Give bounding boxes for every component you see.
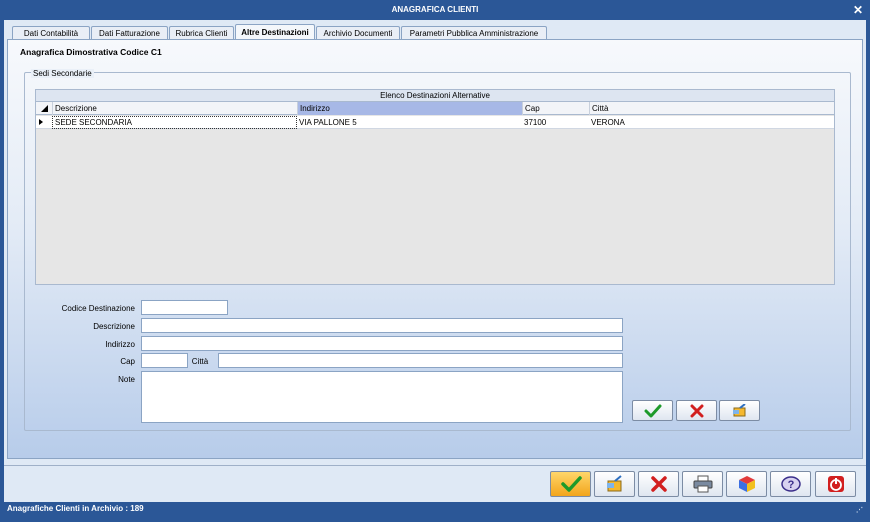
cancel-destination-button[interactable] [676,400,717,421]
help-button[interactable]: ? [770,471,811,497]
check-icon [644,404,661,417]
tab-dati-fatturazione[interactable]: Dati Fatturazione [91,26,168,40]
help-icon: ? [780,476,801,492]
cell-descrizione[interactable]: SEDE SECONDARIA [52,116,297,129]
select-all-icon [41,105,48,112]
codice-destinazione-field[interactable] [141,300,228,315]
row-selector[interactable] [36,116,52,129]
tab-label: Altre Destinazioni [241,28,309,37]
citta-label: Città [191,357,209,366]
codice-destinazione-label: Codice Destinazione [61,304,135,313]
svg-text:?: ? [787,479,794,491]
page-title: Anagrafica Dimostrativa Codice C1 [20,47,162,57]
cross-icon [690,404,703,417]
close-window-button[interactable]: ✕ [853,3,863,17]
cell-citta[interactable]: VERONA [589,116,834,129]
save-button[interactable] [550,471,591,497]
check-icon [560,476,582,492]
descrizione-field[interactable] [141,318,623,333]
client-area: Dati Contabilità Dati Fatturazione Rubri… [4,20,866,502]
broom-icon [732,403,746,416]
broom-icon [606,475,622,492]
exit-button[interactable] [815,471,856,497]
printer-icon [693,475,712,493]
cross-icon [650,476,667,492]
table-row[interactable]: SEDE SECONDARIA VIA PALLONE 5 37100 VERO… [36,116,834,129]
title-bar: ANAGRAFICA CLIENTI ✕ [0,0,870,20]
resize-grip-icon[interactable]: ⋰ [856,504,864,514]
cap-field[interactable] [141,353,188,368]
cell-indirizzo[interactable]: VIA PALLONE 5 [297,116,522,129]
tab-strip: Dati Contabilità Dati Fatturazione Rubri… [4,24,866,40]
citta-field[interactable] [218,353,623,368]
tab-rubrica-clienti[interactable]: Rubrica Clienti [169,26,234,40]
tab-archivio-documenti[interactable]: Archivio Documenti [316,26,400,40]
column-header-citta[interactable]: Città [589,102,834,115]
cube-icon [738,476,755,492]
cell-cap[interactable]: 37100 [522,116,589,129]
tab-label: Dati Contabilità [23,29,79,38]
destinations-grid[interactable]: Elenco Destinazioni Alternative Descrizi… [35,89,835,285]
descrizione-label: Descrizione [93,322,135,331]
delete-button[interactable] [638,471,679,497]
tab-label: Parametri Pubblica Amministrazione [409,29,539,38]
footer-separator [4,465,866,466]
clear-destination-button[interactable] [719,400,760,421]
tab-parametri-pa[interactable]: Parametri Pubblica Amministrazione [401,26,547,40]
current-row-icon [39,119,43,125]
print-button[interactable] [682,471,723,497]
status-text: Anagrafiche Clienti in Archivio : 189 [7,504,144,513]
tab-label: Archivio Documenti [323,29,393,38]
indirizzo-field[interactable] [141,336,623,351]
column-header-cap[interactable]: Cap [522,102,589,115]
clear-button[interactable] [594,471,635,497]
other-functions-button[interactable] [726,471,767,497]
power-icon [827,476,844,492]
groupbox-label: Sedi Secondarie [31,69,94,78]
cap-label: Cap [120,357,135,366]
tab-label: Rubrica Clienti [175,29,228,38]
note-label: Note [118,375,135,384]
tab-label: Dati Fatturazione [99,29,160,38]
column-header-indirizzo[interactable]: Indirizzo [297,102,522,115]
tab-dati-contabilita[interactable]: Dati Contabilità [12,26,90,40]
status-bar: Anagrafiche Clienti in Archivio : 189 ⋰ [4,502,866,516]
grid-caption: Elenco Destinazioni Alternative [36,90,834,102]
column-header-descrizione[interactable]: Descrizione [52,102,297,115]
tab-altre-destinazioni[interactable]: Altre Destinazioni [235,24,315,40]
confirm-destination-button[interactable] [632,400,673,421]
application-window: ANAGRAFICA CLIENTI ✕ Dati Contabilità Da… [0,0,870,522]
window-title: ANAGRAFICA CLIENTI [391,5,479,14]
grid-header: Descrizione Indirizzo Cap Città [36,102,834,115]
indirizzo-label: Indirizzo [105,340,135,349]
header-row-selector[interactable] [36,102,52,115]
note-field[interactable] [141,371,623,423]
